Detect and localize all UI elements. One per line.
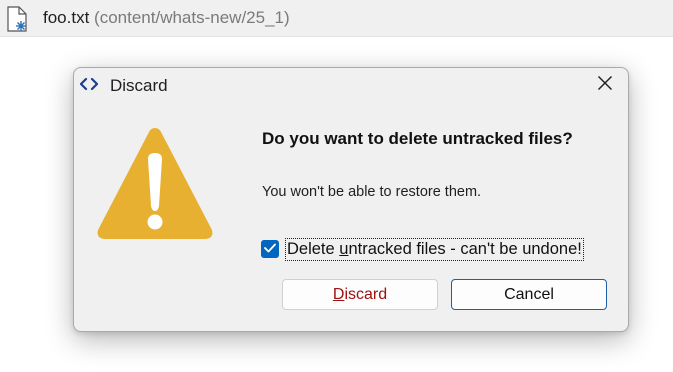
dialog-heading: Do you want to delete untracked files? [262, 129, 573, 148]
discard-dialog: Discard Do you want to delete untracked … [73, 67, 629, 332]
checkbox-label-prefix: Delete [287, 239, 340, 258]
delete-untracked-checkbox-row[interactable]: Delete untracked files - can't be undone… [261, 237, 584, 261]
cancel-button[interactable]: Cancel [451, 279, 607, 310]
checkbox-label-rest: ntracked files - can't be undone! [348, 239, 582, 258]
discard-button-label-rest: iscard [344, 285, 388, 303]
discard-button-mnemonic: D [332, 285, 345, 303]
dialog-message: You won't be able to restore them. [262, 184, 482, 200]
dialog-title: Discard [110, 76, 168, 95]
close-button[interactable] [582, 68, 628, 102]
file-name: foo.txt [43, 8, 90, 27]
open-file-title[interactable]: foo.txt (content/whats-new/25_1) [43, 8, 290, 28]
delete-untracked-label[interactable]: Delete untracked files - can't be undone… [285, 237, 584, 261]
file-path: (content/whats-new/25_1) [94, 8, 290, 27]
file-icon [6, 6, 28, 32]
close-icon [597, 75, 613, 96]
warning-icon [95, 122, 215, 244]
dialog-titlebar[interactable]: Discard [74, 68, 628, 102]
discard-button[interactable]: Discard [282, 279, 438, 310]
code-brackets-icon [79, 77, 99, 91]
checkmark-icon [264, 240, 276, 258]
editor-tab-bar: foo.txt (content/whats-new/25_1) [0, 0, 673, 37]
delete-untracked-checkbox[interactable] [261, 240, 279, 258]
